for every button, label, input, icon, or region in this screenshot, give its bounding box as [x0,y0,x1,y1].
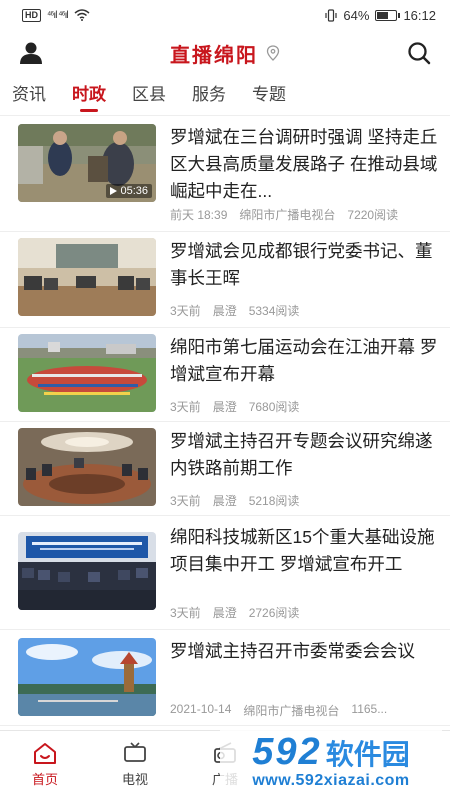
tab-districts[interactable]: 区县 [132,78,166,114]
tab-topics[interactable]: 专题 [252,78,286,114]
news-thumbnail: 05:36 [18,124,156,202]
news-reads: 1165... [351,702,388,716]
battery-icon [375,9,401,21]
vibrate-icon [325,8,338,22]
news-reads: 7680阅读 [248,400,300,414]
news-thumbnail [18,638,156,716]
news-meta: 3天前 晨澄 5218阅读 [170,492,438,509]
news-time: 3天前 [170,304,201,318]
app-title: 直播绵阳 [170,44,258,67]
news-info: 罗增斌会见成都银行党委书记、董事长王晖 3天前 晨澄 5334阅读 [170,238,438,319]
tab-politics[interactable]: 时政 [72,78,106,114]
news-title: 罗增斌会见成都银行党委书记、董事长王晖 [170,241,433,288]
news-source: 绵阳市广播电视台 [243,704,340,718]
news-time: 2021-10-14 [170,702,232,716]
watermark: 592 软件园 www.592xiazai.com [220,728,442,794]
play-icon [110,187,118,195]
wifi-icon [74,9,90,21]
status-bar-left: HD ⁴⁶ıl ⁴⁶ıl [22,8,90,22]
signal-icon: ⁴⁶ıl ⁴⁶ıl [47,9,69,21]
news-title: 罗增斌在三台调研时强调 坚持走丘区大县高质量发展路子 在推动县域崛起中走在... [170,127,438,201]
search-icon[interactable] [406,40,432,66]
news-thumbnail [18,532,156,610]
tab-services[interactable]: 服务 [192,78,226,114]
news-info: 罗增斌主持召开专题会议研究绵遂内铁路前期工作 3天前 晨澄 5218阅读 [170,428,438,509]
news-meta: 2021-10-14 绵阳市广播电视台 1165... [170,702,438,719]
watermark-url: www.592xiazai.com [252,771,410,789]
bottom-tab-tv[interactable]: 电视 [90,731,180,800]
news-time: 3天前 [170,494,201,508]
bottom-tab-home[interactable]: 首页 [0,731,90,800]
news-list: 05:36 罗增斌在三台调研时强调 坚持走丘区大县高质量发展路子 在推动县域崛起… [0,118,450,730]
news-reads: 2726阅读 [248,606,300,621]
news-thumbnail [18,334,156,412]
video-duration: 05:36 [106,184,152,198]
bottom-tab-label: 电视 [121,772,148,787]
news-thumbnail [18,238,156,316]
news-source: 晨澄 [212,606,237,621]
home-icon [34,743,56,764]
app-header: 直播绵阳 [0,30,450,76]
news-meta: 前天 18:39 绵阳市广播电视台 7220阅读 [170,206,438,223]
bottom-tab-label: 首页 [31,772,58,787]
tab-news[interactable]: 资讯 [12,78,46,114]
news-time: 3天前 [170,606,201,621]
news-meta: 3天前 晨澄 2726阅读 [170,604,438,621]
news-item[interactable]: 绵阳市第七届运动会在江油开幕 罗增斌宣布开幕 3天前 晨澄 7680阅读 [0,328,450,422]
news-reads: 7220阅读 [347,208,399,222]
news-info: 绵阳市第七届运动会在江油开幕 罗增斌宣布开幕 3天前 晨澄 7680阅读 [170,334,438,415]
news-source: 晨澄 [212,304,237,318]
news-item[interactable]: 罗增斌会见成都银行党委书记、董事长王晖 3天前 晨澄 5334阅读 [0,232,450,328]
category-tabs: 资讯 时政 区县 服务 专题 [0,78,450,116]
news-title: 罗增斌主持召开专题会议研究绵遂内铁路前期工作 [170,431,433,478]
location-pin-icon[interactable] [266,45,280,61]
news-source: 晨澄 [212,494,237,508]
tv-icon [124,742,146,762]
news-thumbnail [18,428,156,506]
news-info: 罗增斌在三台调研时强调 坚持走丘区大县高质量发展路子 在推动县域崛起中走在...… [170,124,438,223]
news-source: 晨澄 [212,400,237,414]
watermark-logo: 592 软件园 [252,733,409,772]
news-source: 绵阳市广播电视台 [239,208,336,222]
news-reads: 5218阅读 [248,494,300,508]
hd-badge: HD [22,8,41,22]
news-reads: 5334阅读 [248,304,300,318]
battery-percent: 64% [343,7,370,23]
news-info: 罗增斌主持召开市委常委会会议 2021-10-14 绵阳市广播电视台 1165... [170,638,438,719]
news-item[interactable]: 绵阳科技城新区15个重大基础设施项目集中开工 罗增斌宣布开工 3天前 晨澄 2726… [0,516,450,630]
news-info: 绵阳科技城新区15个重大基础设施项目集中开工 罗增斌宣布开工 3天前 晨澄 2726… [170,524,438,621]
app-brand: 直播绵阳 [170,39,280,68]
news-time: 前天 18:39 [170,208,228,222]
news-time: 3天前 [170,400,201,414]
battery-level [377,11,389,19]
news-title: 绵阳科技城新区15个重大基础设施项目集中开工 罗增斌宣布开工 [170,527,435,574]
news-meta: 3天前 晨澄 5334阅读 [170,302,438,319]
watermark-text: 软件园 [325,738,410,770]
news-title: 绵阳市第七届运动会在江油开幕 罗增斌宣布开幕 [170,337,438,384]
video-duration-text: 05:36 [120,185,148,197]
news-item[interactable]: 05:36 罗增斌在三台调研时强调 坚持走丘区大县高质量发展路子 在推动县域崛起… [0,118,450,232]
news-meta: 3天前 晨澄 7680阅读 [170,398,438,415]
news-title: 罗增斌主持召开市委常委会会议 [170,641,415,661]
user-icon[interactable] [18,40,44,66]
status-bar: HD ⁴⁶ıl ⁴⁶ıl 64% 16:12 [0,0,450,30]
watermark-number: 592 [252,730,322,773]
news-item[interactable]: 罗增斌主持召开专题会议研究绵遂内铁路前期工作 3天前 晨澄 5218阅读 [0,422,450,516]
clock: 16:12 [403,7,436,23]
news-item[interactable]: 罗增斌主持召开市委常委会会议 2021-10-14 绵阳市广播电视台 1165... [0,630,450,726]
status-bar-right: 64% 16:12 [325,8,436,23]
